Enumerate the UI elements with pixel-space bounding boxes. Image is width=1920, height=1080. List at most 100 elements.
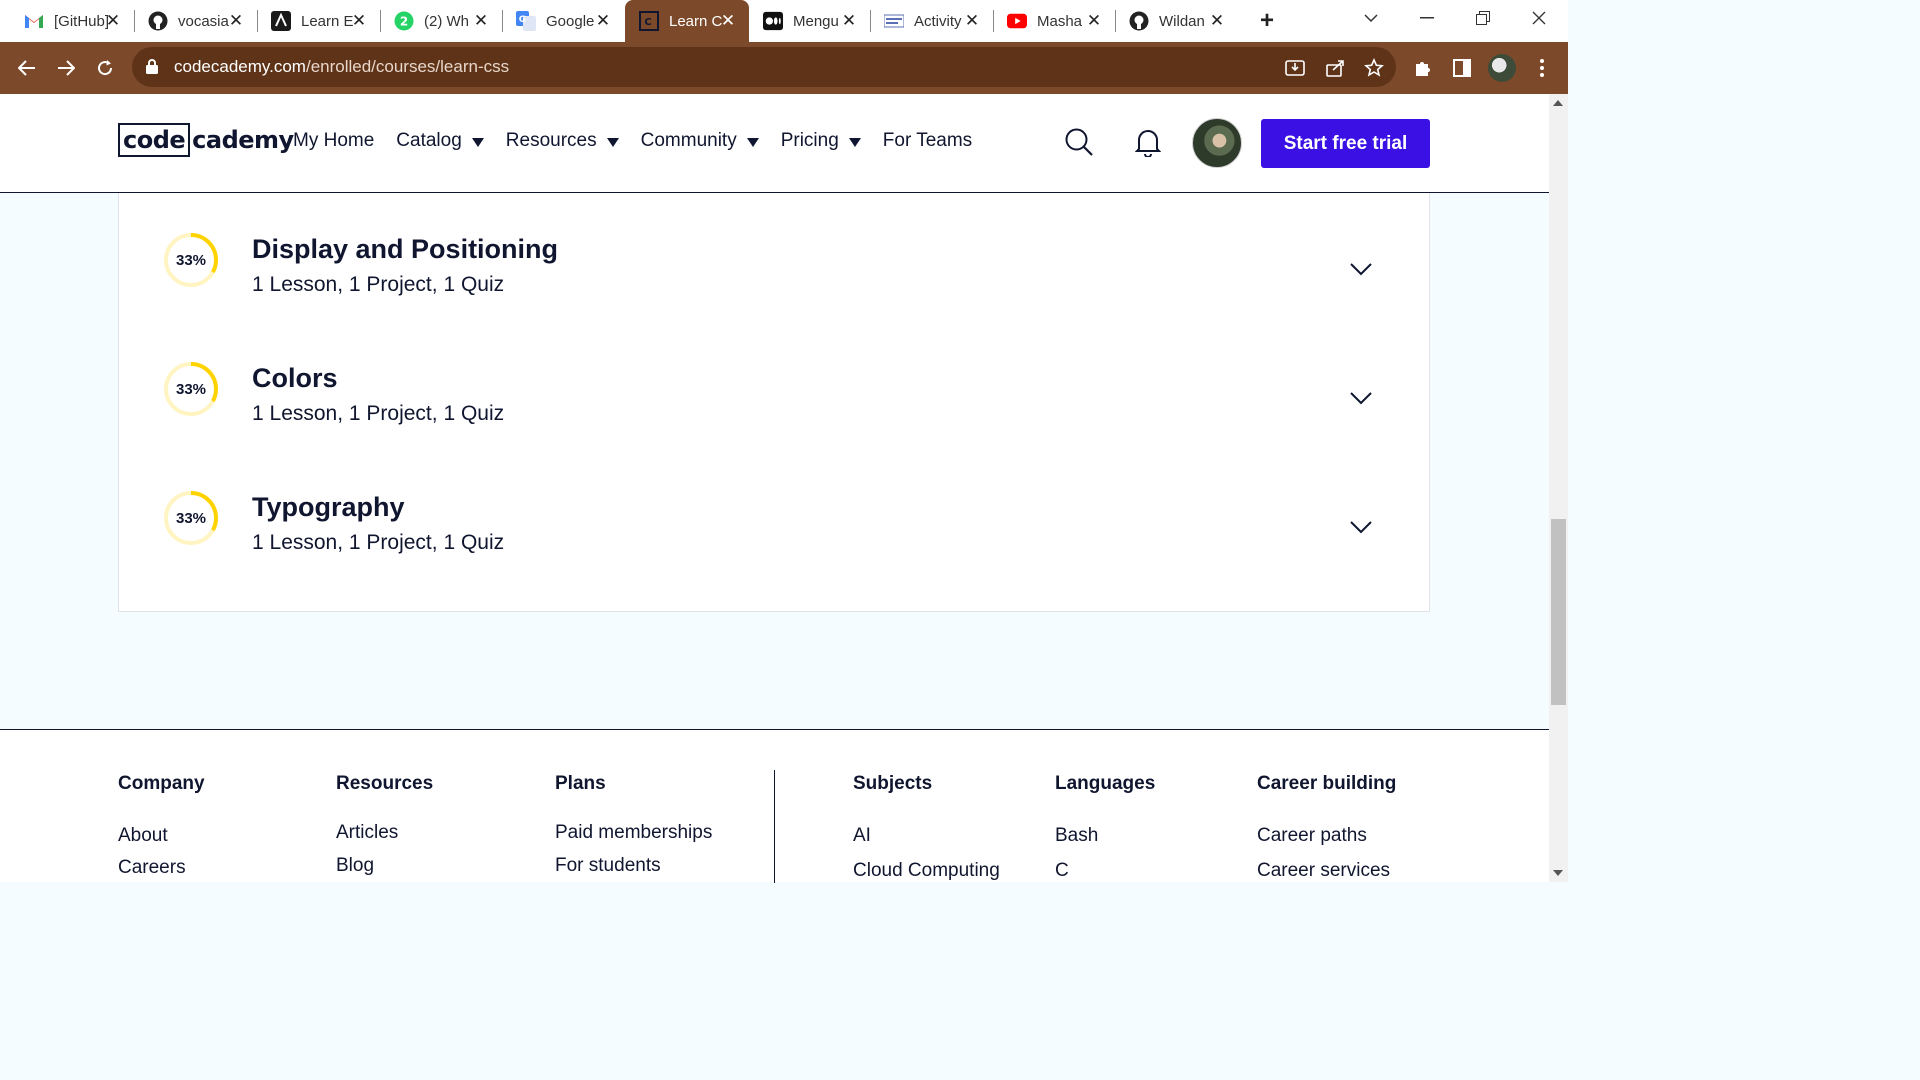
close-icon[interactable]: ✕ [472,11,490,30]
bookmark-star-icon[interactable] [1363,57,1385,79]
browser-tab[interactable]: 2 (2) Wh ✕ [380,0,502,42]
browser-tab[interactable]: vocasia ✕ [134,0,257,42]
nav-label: For Teams [882,130,973,151]
browser-tab[interactable]: [GitHub] ✕ [10,0,134,42]
start-free-trial-button[interactable]: Start free trial [1261,119,1430,168]
footer-divider [774,770,775,883]
progress-ring: 33% [163,490,219,546]
chevron-down-icon[interactable] [1349,391,1373,405]
footer-link[interactable]: For students [555,855,661,877]
address-bar[interactable]: codecademy.com/enrolled/courses/learn-cs… [132,47,1396,87]
footer-link[interactable]: Paid memberships [555,822,712,844]
nav-my-home[interactable]: My Home [293,130,374,152]
nav-label: Resources [505,130,597,151]
new-tab-button[interactable]: + [1254,7,1280,34]
close-window-icon[interactable] [1524,6,1554,30]
footer-link[interactable]: Articles [336,822,398,844]
progress-ring: 33% [163,361,219,417]
progress-label: 33% [175,509,207,527]
bell-icon[interactable] [1133,127,1163,157]
back-arrow-icon[interactable] [13,54,41,82]
nav-community[interactable]: Community [641,130,759,152]
footer-link[interactable]: AI [853,825,871,847]
footer-heading: Resources [336,773,434,794]
github-icon [1129,11,1149,31]
browser-tab[interactable]: Masha ✕ [993,0,1115,42]
module-row[interactable]: 33% Display and Positioning 1 Lesson, 1 … [119,193,1431,322]
browser-tab[interactable]: Learn E ✕ [257,0,380,42]
gmail-icon [24,11,44,31]
footer-link[interactable]: Careers [118,857,186,879]
site-header: code cademy My Home Catalog Resources Com… [0,94,1549,193]
scroll-up-arrow-icon[interactable] [1553,100,1563,106]
url-domain: codecademy.com [174,57,306,76]
module-row[interactable]: 33% Colors 1 Lesson, 1 Project, 1 Quiz [119,322,1431,451]
chevron-down-icon[interactable] [1349,262,1373,276]
footer-link[interactable]: Cloud Computing [853,860,1000,882]
browser-tab[interactable]: Mengu ✕ [749,0,870,42]
footer-heading: Plans [555,773,606,794]
close-icon[interactable]: ✕ [594,11,612,30]
nav-label: My Home [293,130,375,151]
browser-tab[interactable]: Wildan ✕ [1115,0,1238,42]
tab-search-chevron-icon[interactable] [1356,6,1386,30]
progress-label: 33% [175,380,207,398]
browser-toolbar: codecademy.com/enrolled/courses/learn-cs… [0,42,1568,94]
module-title: Colors [252,363,338,393]
minimize-icon[interactable] [1412,6,1442,30]
caret-down-icon [606,137,619,147]
close-icon[interactable]: ✕ [719,11,737,30]
forward-arrow-icon[interactable] [52,54,80,82]
restore-icon[interactable] [1468,6,1498,30]
close-icon[interactable]: ✕ [1085,11,1103,30]
profile-avatar[interactable] [1488,54,1516,82]
page-scrollbar[interactable] [1549,94,1568,882]
footer-link[interactable]: About [118,825,168,847]
svg-text:G: G [519,15,526,25]
close-icon[interactable]: ✕ [104,11,122,30]
extensions-puzzle-icon[interactable] [1409,54,1437,82]
close-icon[interactable]: ✕ [227,11,245,30]
reload-icon[interactable] [91,54,119,82]
nav-for-teams[interactable]: For Teams [883,130,972,152]
caret-down-icon [746,137,759,147]
install-app-icon[interactable] [1284,57,1306,79]
footer-link[interactable]: Bash [1055,825,1098,847]
module-row[interactable]: 33% Typography 1 Lesson, 1 Project, 1 Qu… [119,451,1431,580]
user-avatar[interactable] [1192,118,1242,168]
search-icon[interactable] [1064,127,1094,157]
youtube-icon [1007,11,1027,31]
browser-tab[interactable]: G Google ✕ [502,0,624,42]
kebab-menu-icon[interactable] [1528,54,1556,82]
browser-tab-active[interactable]: C Learn C ✕ [625,0,749,42]
url-path: /enrolled/courses/learn-css [305,57,510,76]
close-icon[interactable]: ✕ [1208,11,1226,30]
footer-heading: Subjects [853,773,933,794]
footer-link[interactable]: Career services [1257,860,1390,882]
progress-ring: 33% [163,232,219,288]
footer-link[interactable]: Career paths [1257,825,1367,847]
medium-icon [763,11,783,31]
nav-resources[interactable]: Resources [506,130,619,152]
footer-link[interactable]: C [1055,860,1069,882]
close-icon[interactable]: ✕ [350,11,368,30]
nav-pricing[interactable]: Pricing [781,130,861,152]
scroll-down-arrow-icon[interactable] [1553,870,1563,876]
footer-heading: Languages [1055,773,1156,794]
scrollbar-thumb[interactable] [1551,519,1566,705]
logo-cademy: cademy [192,126,294,154]
module-meta: 1 Lesson, 1 Project, 1 Quiz [252,273,505,296]
share-icon[interactable] [1324,57,1346,79]
caret-down-icon [471,137,484,147]
close-icon[interactable]: ✕ [963,11,981,30]
module-meta: 1 Lesson, 1 Project, 1 Quiz [252,531,505,554]
svg-text:2: 2 [400,15,408,29]
browser-tab[interactable]: Activity ✕ [870,0,993,42]
footer-link[interactable]: Blog [336,855,374,877]
side-panel-icon[interactable] [1448,54,1476,82]
svg-text:C: C [644,17,651,28]
chevron-down-icon[interactable] [1349,520,1373,534]
codecademy-logo[interactable]: code cademy [118,123,294,157]
close-icon[interactable]: ✕ [840,11,858,30]
nav-catalog[interactable]: Catalog [396,130,484,152]
